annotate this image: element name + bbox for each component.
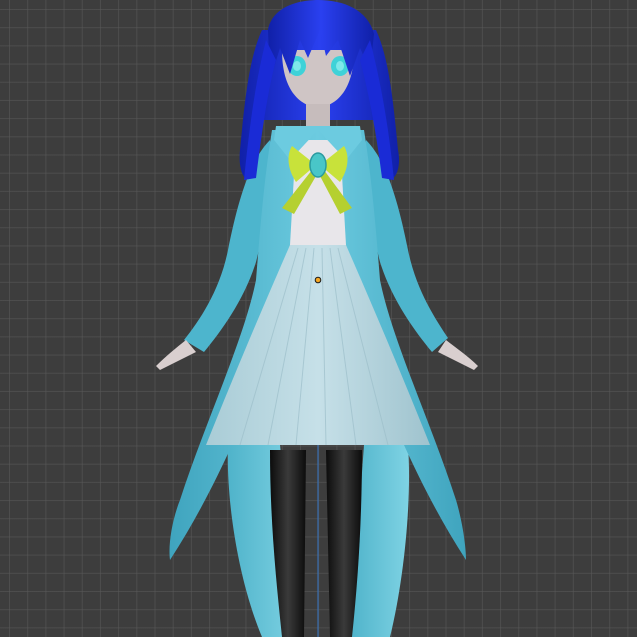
brooch <box>309 152 327 178</box>
object-origin-point[interactable] <box>314 276 322 284</box>
3d-viewport[interactable] <box>0 0 637 637</box>
hand-left <box>156 340 196 370</box>
eye-right-pupil <box>336 61 344 71</box>
hand-right <box>438 340 478 370</box>
eye-left-pupil <box>293 61 301 71</box>
character-model[interactable] <box>0 0 637 637</box>
neck <box>306 104 330 126</box>
